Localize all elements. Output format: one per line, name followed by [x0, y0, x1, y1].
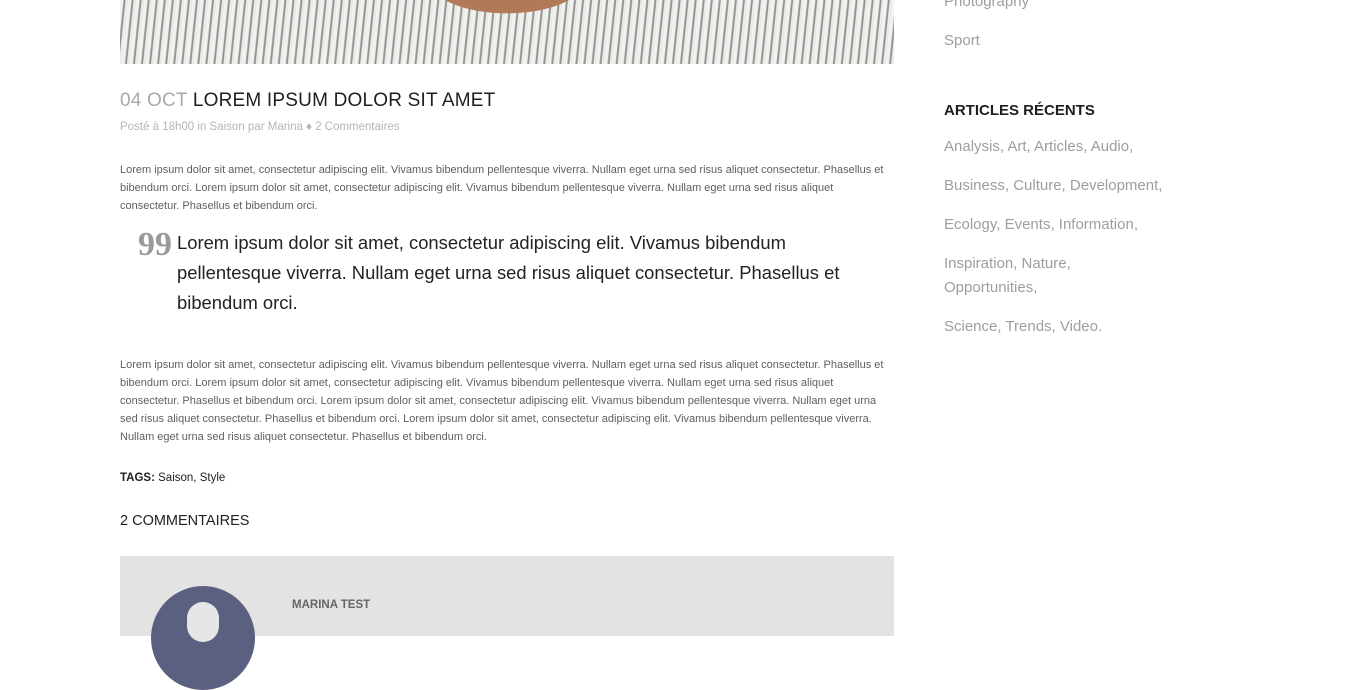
recent-line-2[interactable]: Business, Culture, Development,	[944, 174, 1174, 198]
post-date: 04 OCT	[120, 90, 188, 111]
meta-author-link[interactable]: Marina	[268, 121, 303, 133]
meta-time: 18h00	[162, 121, 195, 133]
post-paragraph-1: Lorem ipsum dolor sit amet, consectetur …	[120, 164, 884, 212]
tags-separator: ,	[193, 472, 197, 484]
sidebar-category-photography[interactable]: Photography	[944, 0, 1029, 10]
comments-heading: 2 COMMENTAIRES	[120, 513, 250, 529]
blockquote-text: Lorem ipsum dolor sit amet, consectetur …	[177, 232, 840, 313]
quote-icon: 99	[138, 226, 172, 263]
meta-posted-prefix: Posté à	[120, 121, 159, 133]
user-icon	[187, 602, 219, 642]
recent-line-3[interactable]: Ecology, Events, Information,	[944, 213, 1174, 237]
sidebar-category-sport[interactable]: Sport	[944, 32, 980, 49]
post-title: 04 OCT LOREM IPSUM DOLOR SIT AMET	[120, 90, 495, 112]
meta-by-word: par	[247, 121, 265, 133]
meta-separator: ♦	[306, 121, 312, 133]
post-title-link[interactable]: LOREM IPSUM DOLOR SIT AMET	[193, 90, 496, 111]
tags-label: TAGS:	[120, 472, 155, 484]
post-meta: Posté à 18h00 in Saison par Marina ♦ 2 C…	[120, 121, 400, 133]
tag-link-saison[interactable]: Saison	[158, 472, 193, 484]
meta-category-link[interactable]: Saison	[210, 121, 245, 133]
meta-in-word: in	[197, 121, 207, 133]
post-featured-image	[120, 0, 894, 64]
post-tags: TAGS: Saison, Style	[120, 472, 225, 484]
recent-line-4[interactable]: Inspiration, Nature, Opportunities,	[944, 252, 1104, 300]
recent-line-5[interactable]: Science, Trends, Video.	[944, 315, 1174, 339]
comment-item: MARINA TEST	[120, 556, 894, 690]
recent-articles-title: ARTICLES RÉCENTS	[944, 102, 1095, 119]
recent-line-1[interactable]: Analysis, Art, Articles, Audio,	[944, 135, 1174, 159]
avatar	[151, 586, 255, 690]
tag-link-style[interactable]: Style	[200, 472, 226, 484]
comment-author-name: MARINA TEST	[292, 599, 371, 611]
meta-comments-link[interactable]: 2 Commentaires	[315, 121, 399, 133]
post-paragraph-2: Lorem ipsum dolor sit amet, consectetur …	[120, 359, 884, 443]
